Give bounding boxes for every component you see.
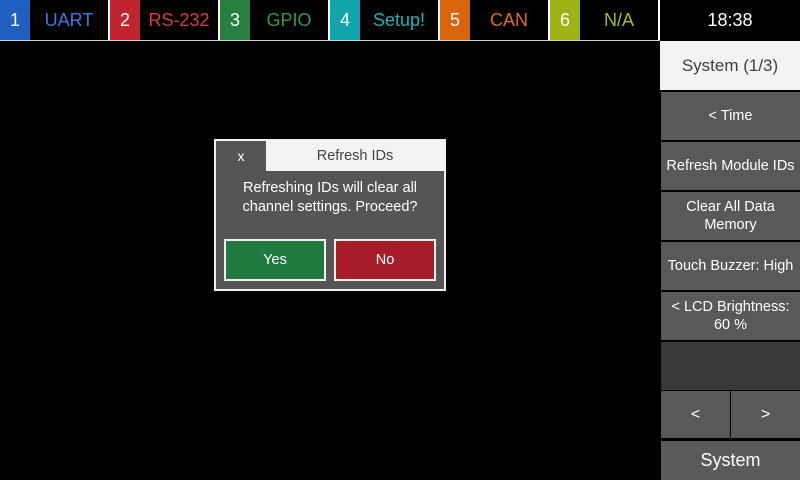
channel-tab-3[interactable]: 3 GPIO: [220, 0, 328, 40]
channel-label: UART: [44, 9, 94, 30]
channel-number: 4: [330, 0, 360, 40]
channel-number: 5: [440, 0, 470, 40]
channel-label: CAN: [489, 9, 528, 30]
next-page-button[interactable]: >: [731, 391, 800, 438]
channel-number: 1: [0, 0, 30, 40]
clock: 18:38: [660, 0, 800, 40]
channel-tab-5[interactable]: 5 CAN: [440, 0, 548, 40]
channel-label: N/A: [603, 9, 634, 30]
yes-button[interactable]: Yes: [224, 239, 326, 281]
close-button[interactable]: x: [216, 141, 266, 171]
time-button[interactable]: < Time: [661, 92, 800, 140]
channel-number: 6: [550, 0, 580, 40]
channel-number: 2: [110, 0, 140, 40]
menu-title: System (1/3): [660, 41, 800, 90]
touch-buzzer-button[interactable]: Touch Buzzer: High: [661, 242, 800, 290]
channel-tab-2[interactable]: 2 RS-232: [110, 0, 218, 40]
channel-label: Setup!: [372, 9, 426, 30]
channel-tab-4[interactable]: 4 Setup!: [330, 0, 438, 40]
empty-menu-slot: [661, 342, 800, 390]
refresh-module-ids-button[interactable]: Refresh Module IDs: [661, 142, 800, 190]
no-button[interactable]: No: [334, 239, 436, 281]
refresh-ids-dialog: x Refresh IDs Refreshing IDs will clear …: [214, 139, 446, 291]
lcd-brightness-button[interactable]: < LCD Brightness: 60 %: [661, 292, 800, 340]
menu-footer[interactable]: System: [661, 441, 800, 480]
divider: [0, 40, 660, 41]
channel-label: RS-232: [148, 9, 210, 30]
prev-page-button[interactable]: <: [661, 391, 730, 438]
side-menu: System (1/3) < Time Refresh Module IDs C…: [660, 40, 800, 480]
dialog-message: Refreshing IDs will clear all channel se…: [242, 180, 418, 215]
channel-label: GPIO: [266, 9, 312, 30]
channel-bar: 1 UART 2 RS-232 3 GPIO 4 Setup! 5 CAN 6 …: [0, 0, 800, 40]
channel-number: 3: [220, 0, 250, 40]
clear-all-data-memory-button[interactable]: Clear All Data Memory: [661, 192, 800, 240]
dialog-title: Refresh IDs: [266, 141, 444, 171]
channel-tab-6[interactable]: 6 N/A: [550, 0, 658, 40]
channel-tab-1[interactable]: 1 UART: [0, 0, 108, 40]
